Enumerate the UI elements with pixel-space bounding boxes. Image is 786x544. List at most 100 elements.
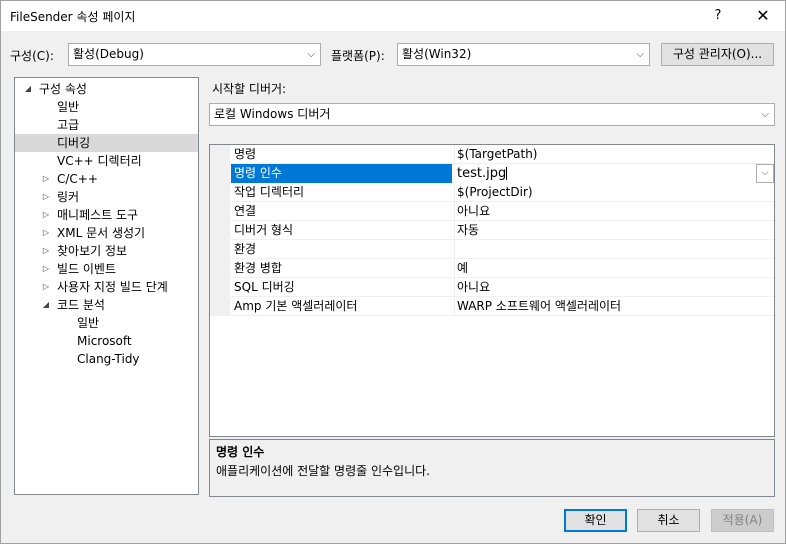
- help-button[interactable]: ?: [701, 1, 735, 31]
- debugger-label: 시작할 디버거:: [212, 82, 287, 96]
- ok-button[interactable]: 확인: [564, 509, 627, 532]
- collapse-arrow-icon[interactable]: ◢: [23, 80, 33, 98]
- expand-arrow-icon[interactable]: ▷: [41, 242, 51, 260]
- tree-item-label: Clang-Tidy: [77, 352, 140, 366]
- tree-item-label: C/C++: [57, 172, 98, 186]
- config-label: 구성(C):: [10, 49, 54, 63]
- property-name: 명령 인수: [231, 164, 452, 183]
- row-margin: [210, 164, 230, 183]
- property-name: 디버거 형식: [234, 223, 294, 237]
- tree-item-label: 구성 속성: [39, 82, 87, 96]
- tree-item[interactable]: ▷ 빌드 이벤트: [15, 260, 198, 278]
- property-value[interactable]: 아니요: [454, 278, 774, 297]
- tree-item-label: 찾아보기 정보: [57, 244, 128, 258]
- tree-item[interactable]: ▷ 사용자 지정 빌드 단계: [15, 278, 198, 296]
- property-pages-dialog: FileSender 속성 페이지 ? ✕ 구성(C): 활성(Debug) ⌵…: [0, 0, 786, 544]
- tree-item[interactable]: ▷ C/C++: [15, 170, 198, 188]
- expand-arrow-icon[interactable]: ▷: [41, 278, 51, 296]
- property-name: 명령: [234, 147, 257, 161]
- tree-item-label: 디버깅: [57, 136, 91, 150]
- tree-item-label: 사용자 지정 빌드 단계: [57, 280, 168, 294]
- property-row[interactable]: 디버거 형식 자동: [210, 221, 774, 240]
- property-value-input[interactable]: test.jpg: [457, 166, 506, 181]
- property-row[interactable]: Amp 기본 액셀러레이터 WARP 소프트웨어 액셀러레이터: [210, 297, 774, 316]
- tree-item-label: 코드 분석: [57, 298, 105, 312]
- tree-item[interactable]: 고급: [15, 116, 198, 134]
- property-value[interactable]: $(ProjectDir): [454, 183, 774, 202]
- tree-item[interactable]: ▷ XML 문서 생성기: [15, 224, 198, 242]
- row-margin: [210, 221, 230, 240]
- chevron-down-icon[interactable]: ⌵: [756, 164, 774, 183]
- property-value[interactable]: [454, 240, 774, 259]
- property-name: 환경: [234, 242, 257, 256]
- chevron-down-icon: ⌵: [761, 109, 769, 120]
- tree-item-label: 빌드 이벤트: [57, 262, 117, 276]
- tree-item[interactable]: ◢ 구성 속성: [15, 80, 198, 98]
- debugger-select[interactable]: 로컬 Windows 디버거 ⌵: [209, 103, 775, 126]
- row-margin: [210, 259, 230, 278]
- collapse-arrow-icon[interactable]: ◢: [41, 296, 51, 314]
- description-panel: 명령 인수 애플리케이션에 전달할 명령줄 인수입니다.: [209, 439, 775, 497]
- property-row[interactable]: 환경 병합 예: [210, 259, 774, 278]
- close-button[interactable]: ✕: [741, 1, 785, 31]
- tree-item[interactable]: ◢ 코드 분석: [15, 296, 198, 314]
- property-grid: 명령 $(TargetPath) 명령 인수 test.jpg ⌵ 작업 디렉터리 $(Pr…: [209, 144, 775, 437]
- property-value[interactable]: 자동: [454, 221, 774, 240]
- property-name: 작업 디렉터리: [234, 185, 305, 199]
- property-row[interactable]: 작업 디렉터리 $(ProjectDir): [210, 183, 774, 202]
- text-caret: [506, 167, 508, 180]
- row-margin: [210, 297, 230, 316]
- tree-item[interactable]: ▷ 찾아보기 정보: [15, 242, 198, 260]
- tree-item[interactable]: Clang-Tidy: [15, 350, 198, 368]
- property-row[interactable]: 명령 인수 test.jpg ⌵: [210, 164, 774, 183]
- row-margin: [210, 145, 230, 164]
- row-margin: [210, 240, 230, 259]
- property-name: Amp 기본 액셀러레이터: [234, 299, 358, 313]
- property-row[interactable]: 연결 아니요: [210, 202, 774, 221]
- expand-arrow-icon[interactable]: ▷: [41, 260, 51, 278]
- property-value-editor[interactable]: test.jpg ⌵: [454, 164, 774, 183]
- row-margin: [210, 278, 230, 297]
- property-value[interactable]: WARP 소프트웨어 액셀러레이터: [454, 297, 774, 316]
- property-tree: ◢ 구성 속성 일반 고급 디버깅 VC++ 디렉터리 ▷ C/C++ ▷ 링커 ▷ 매니페스트 도구…: [14, 77, 199, 495]
- tree-item-label: 고급: [57, 118, 80, 132]
- tree-item-label: 매니페스트 도구: [57, 208, 139, 222]
- tree-item-label: 일반: [57, 100, 80, 114]
- tree-item[interactable]: Microsoft: [15, 332, 198, 350]
- property-value[interactable]: 예: [454, 259, 774, 278]
- apply-button[interactable]: 적용(A): [711, 509, 774, 532]
- tree-item[interactable]: ▷ 링커: [15, 188, 198, 206]
- tree-item-label: XML 문서 생성기: [57, 226, 146, 240]
- platform-select[interactable]: 활성(Win32) ⌵: [397, 43, 650, 66]
- property-name: 연결: [234, 204, 257, 218]
- config-value: 활성(Debug): [73, 47, 144, 61]
- tree-item[interactable]: 일반: [15, 314, 198, 332]
- config-select[interactable]: 활성(Debug) ⌵: [68, 43, 321, 66]
- expand-arrow-icon[interactable]: ▷: [41, 170, 51, 188]
- expand-arrow-icon[interactable]: ▷: [41, 188, 51, 206]
- tree-item[interactable]: 일반: [15, 98, 198, 116]
- tree-item[interactable]: 디버깅: [15, 134, 198, 152]
- config-manager-button[interactable]: 구성 관리자(O)...: [661, 43, 774, 66]
- expand-arrow-icon[interactable]: ▷: [41, 224, 51, 242]
- tree-item-label: VC++ 디렉터리: [57, 154, 142, 168]
- property-value[interactable]: 아니요: [454, 202, 774, 221]
- property-value[interactable]: $(TargetPath): [454, 145, 774, 164]
- row-margin: [210, 202, 230, 221]
- tree-item[interactable]: VC++ 디렉터리: [15, 152, 198, 170]
- description-text: 애플리케이션에 전달할 명령줄 인수입니다.: [216, 464, 430, 478]
- expand-arrow-icon[interactable]: ▷: [41, 206, 51, 224]
- cancel-button[interactable]: 취소: [637, 509, 700, 532]
- debugger-value: 로컬 Windows 디버거: [214, 107, 331, 121]
- property-row[interactable]: 명령 $(TargetPath): [210, 145, 774, 164]
- tree-item-label: 일반: [77, 316, 100, 330]
- title-bar: FileSender 속성 페이지 ? ✕: [1, 1, 785, 31]
- description-title: 명령 인수: [216, 445, 265, 459]
- chevron-down-icon: ⌵: [636, 49, 644, 60]
- property-name: SQL 디버깅: [234, 280, 295, 294]
- property-row[interactable]: SQL 디버깅 아니요: [210, 278, 774, 297]
- chevron-down-icon: ⌵: [307, 49, 315, 60]
- property-row[interactable]: 환경: [210, 240, 774, 259]
- tree-item[interactable]: ▷ 매니페스트 도구: [15, 206, 198, 224]
- window-title: FileSender 속성 페이지: [10, 10, 136, 24]
